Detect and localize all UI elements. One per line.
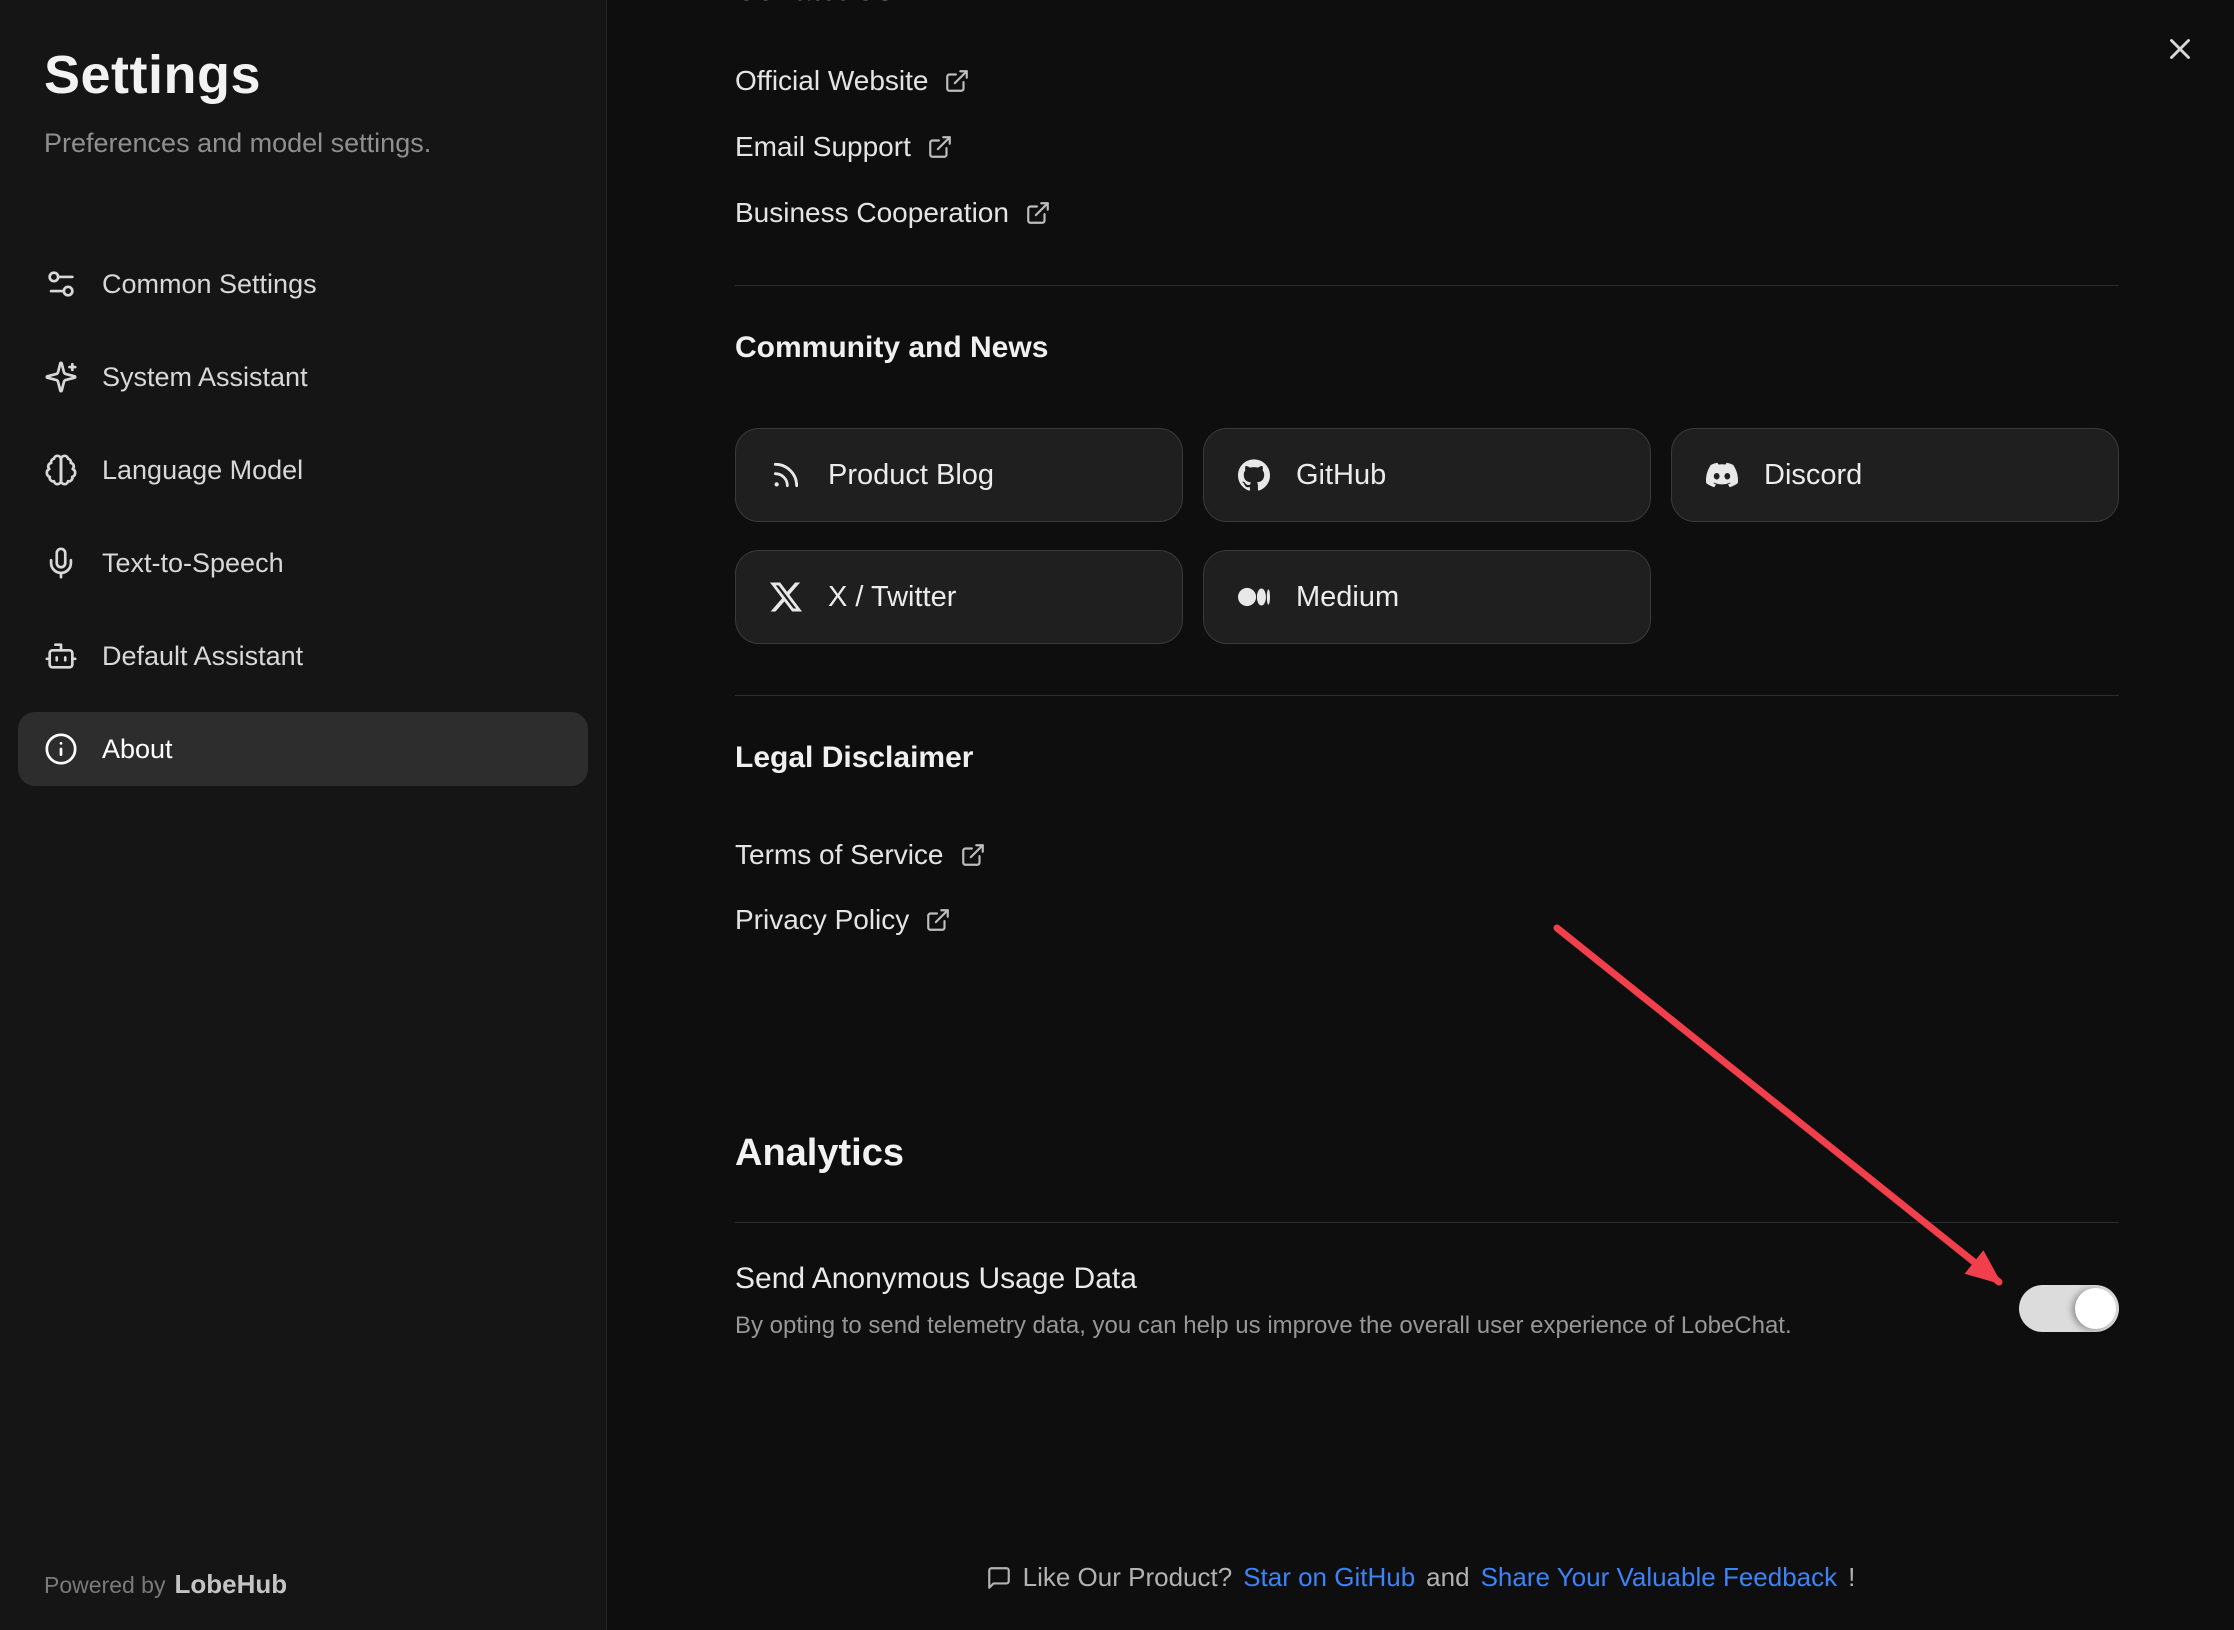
annotation-arrow [607,0,2234,1630]
usage-data-toggle[interactable] [2019,1285,2119,1332]
community-buttons: Product Blog GitHub Discord X / Twitter … [735,428,2119,644]
info-icon [44,732,78,766]
email-support-link[interactable]: Email Support [735,126,953,168]
sidebar-item-about[interactable]: About [18,712,588,786]
button-label: Discord [1764,459,1862,492]
medium-icon [1238,581,1270,613]
privacy-policy-link[interactable]: Privacy Policy [735,899,951,941]
footer-text: and [1426,1562,1469,1593]
usage-data-title: Send Anonymous Usage Data [735,1262,1137,1296]
product-blog-button[interactable]: Product Blog [735,428,1183,522]
link-label: Business Cooperation [735,197,1009,229]
toggle-knob [2075,1288,2116,1329]
message-square-icon [986,1565,1012,1591]
sidebar-item-text-to-speech[interactable]: Text-to-Speech [18,526,588,600]
powered-by-label: Powered by [44,1572,165,1598]
settings-nav: Common Settings System Assistant Languag… [18,247,588,786]
speech-icon [44,546,78,580]
button-label: Product Blog [828,459,994,492]
discord-icon [1706,459,1738,491]
share-feedback-link[interactable]: Share Your Valuable Feedback [1481,1562,1838,1593]
terms-of-service-link[interactable]: Terms of Service [735,834,986,876]
button-label: X / Twitter [828,581,956,614]
sidebar-item-default-assistant[interactable]: Default Assistant [18,619,588,693]
button-label: Medium [1296,581,1399,614]
sidebar-item-system-assistant[interactable]: System Assistant [18,340,588,414]
footer-text: Like Our Product? [1023,1562,1233,1593]
external-link-icon [960,842,986,868]
divider [735,695,2119,696]
sidebar-item-label: Default Assistant [102,641,303,672]
link-label: Official Website [735,65,928,97]
external-link-icon [927,134,953,160]
external-link-icon [925,907,951,933]
page-subtitle: Preferences and model settings. [44,128,588,159]
legal-heading: Legal Disclaimer [735,741,973,775]
contact-us-heading: Contact Us [735,0,893,8]
medium-button[interactable]: Medium [1203,550,1651,644]
business-cooperation-link[interactable]: Business Cooperation [735,192,1051,234]
sidebar-item-label: Text-to-Speech [102,548,284,579]
community-heading: Community and News [735,331,1048,365]
brain-icon [44,453,78,487]
bot-icon [44,639,78,673]
external-link-icon [944,68,970,94]
settings-sidebar: Settings Preferences and model settings.… [0,0,607,1630]
github-icon [1238,459,1270,491]
brand-logo: LobeHub [174,1569,287,1599]
official-website-link[interactable]: Official Website [735,60,970,102]
github-button[interactable]: GitHub [1203,428,1651,522]
link-label: Privacy Policy [735,904,909,936]
sidebar-item-label: System Assistant [102,362,308,393]
footer-text: ! [1848,1562,1855,1593]
sidebar-item-label: Common Settings [102,269,317,300]
sliders-icon [44,267,78,301]
analytics-heading: Analytics [735,1132,904,1175]
close-icon[interactable] [2159,28,2201,70]
sidebar-item-label: Language Model [102,455,303,486]
page-title: Settings [44,44,588,106]
divider [735,1222,2119,1223]
sparkles-icon [44,360,78,394]
sidebar-item-common-settings[interactable]: Common Settings [18,247,588,321]
feedback-footer: Like Our Product? Star on GitHub and Sha… [607,1562,2234,1593]
button-label: GitHub [1296,459,1386,492]
usage-data-description: By opting to send telemetry data, you ca… [735,1312,1792,1340]
divider [735,285,2119,286]
about-panel: Contact Us Official Website Email Suppor… [607,0,2234,1630]
powered-by: Powered by LobeHub [44,1569,287,1600]
link-label: Email Support [735,131,911,163]
external-link-icon [1025,200,1051,226]
sidebar-item-label: About [102,734,173,765]
discord-button[interactable]: Discord [1671,428,2119,522]
star-on-github-link[interactable]: Star on GitHub [1243,1562,1415,1593]
x-icon [770,581,802,613]
link-label: Terms of Service [735,839,944,871]
sidebar-item-language-model[interactable]: Language Model [18,433,588,507]
rss-icon [770,459,802,491]
x-twitter-button[interactable]: X / Twitter [735,550,1183,644]
